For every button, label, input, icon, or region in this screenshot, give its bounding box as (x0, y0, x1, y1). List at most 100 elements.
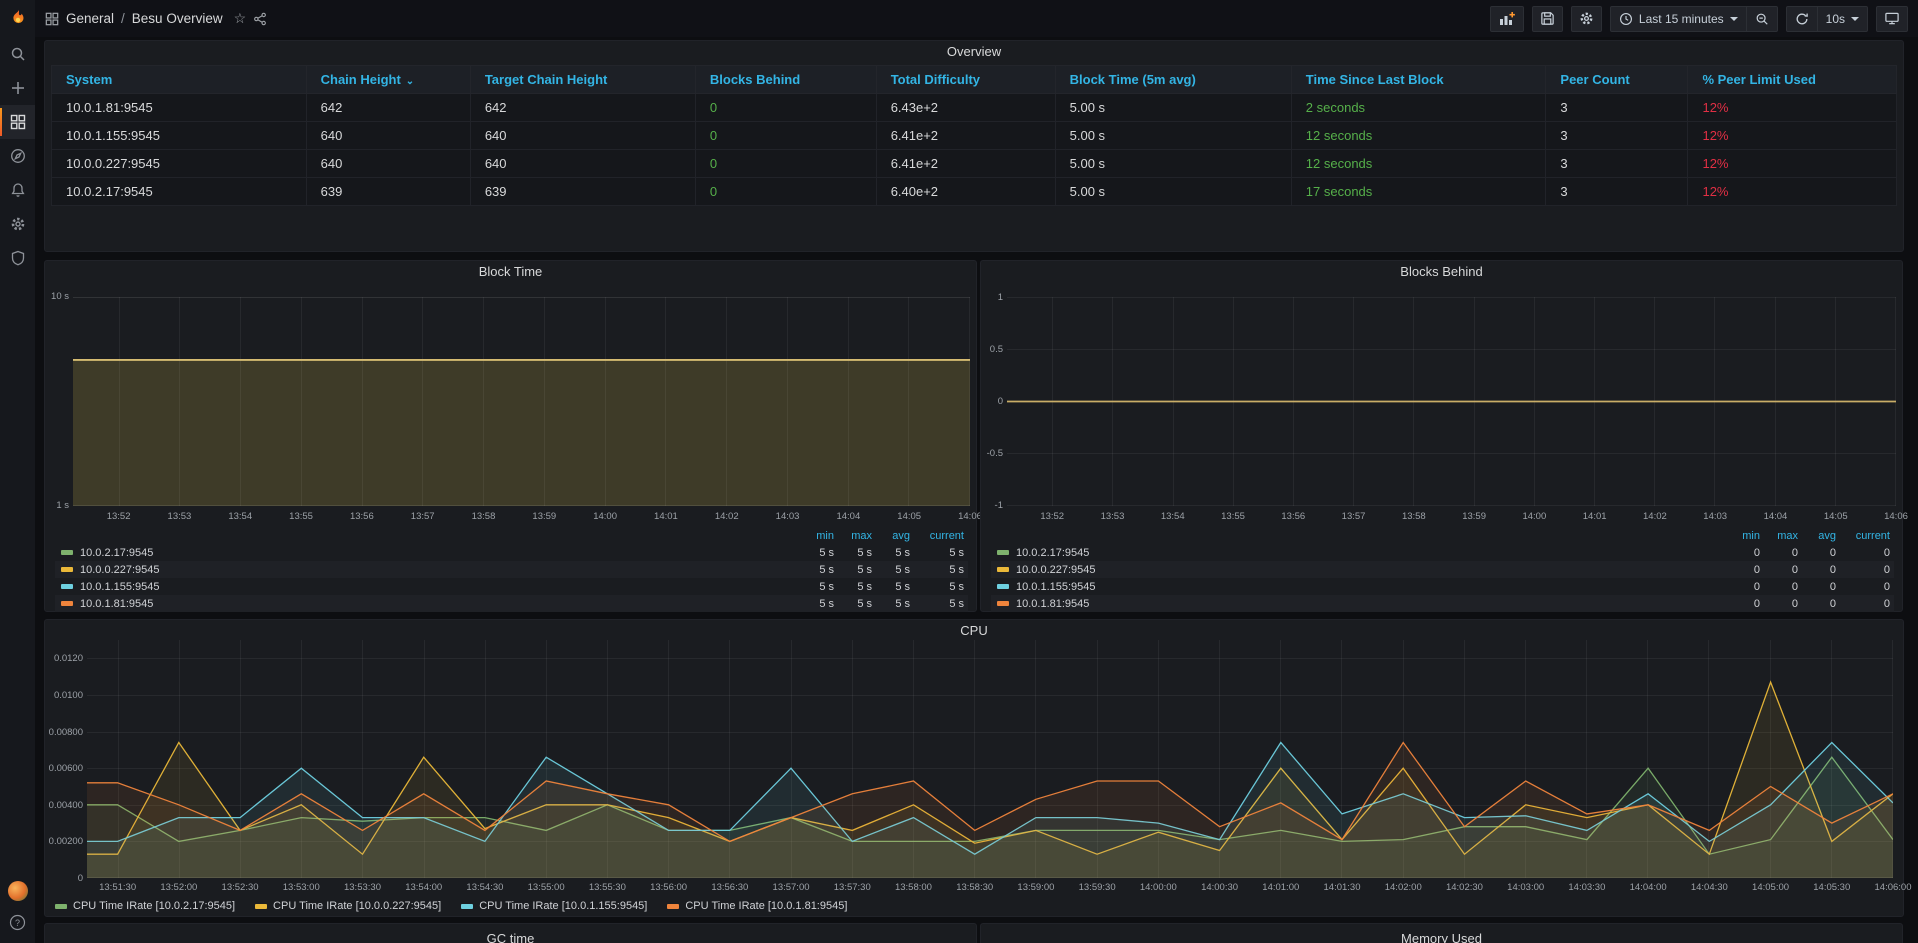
table-cell: 0 (695, 122, 876, 150)
x-tick-label: 13:59 (1462, 511, 1486, 522)
y-tick-label: 0 (981, 396, 1003, 407)
series-name[interactable]: 10.0.1.81:9545 (80, 598, 796, 610)
series-name[interactable]: 10.0.0.227:9545 (1016, 564, 1722, 576)
table-cell: 5.00 s (1055, 150, 1291, 178)
legend-value: 5 s (834, 547, 872, 559)
create-plus-icon[interactable] (0, 71, 35, 105)
legend-header: minmaxavgcurrent (55, 528, 968, 544)
x-tick-label: 13:51:30 (99, 882, 136, 893)
series-name[interactable]: 10.0.1.155:9545 (1016, 581, 1722, 593)
legend-value: 0 (1760, 564, 1798, 576)
x-tick-label: 14:02:30 (1446, 882, 1483, 893)
series-color-swatch (61, 601, 73, 606)
panel-gc-time: GC time (44, 923, 977, 943)
breadcrumb-separator: / (121, 11, 125, 26)
series-name[interactable]: CPU Time IRate [10.0.1.81:9545] (685, 900, 847, 912)
dashboard-settings-button[interactable] (1571, 6, 1602, 32)
zoom-out-button[interactable] (1746, 7, 1777, 31)
legend-row[interactable]: 10.0.1.155:95450000 (991, 578, 1894, 595)
column-header[interactable]: Chain Height⌄ (306, 66, 470, 94)
search-icon[interactable] (0, 37, 35, 71)
panel-title-memory-used[interactable]: Memory Used (981, 924, 1902, 943)
x-tick-label: 14:01:00 (1262, 882, 1299, 893)
breadcrumb-folder[interactable]: General (66, 11, 114, 26)
series-name[interactable]: 10.0.2.17:9545 (1016, 547, 1722, 559)
x-tick-label: 13:54 (1161, 511, 1185, 522)
sidebar: ? (0, 0, 35, 943)
cycle-view-mode-button[interactable] (1876, 6, 1908, 32)
admin-shield-icon[interactable] (0, 241, 35, 275)
series-name[interactable]: 10.0.0.227:9545 (80, 564, 796, 576)
legend-row[interactable]: 10.0.1.81:95455 s5 s5 s5 s (55, 595, 968, 612)
series-name[interactable]: 10.0.1.155:9545 (80, 581, 796, 593)
legend-item[interactable]: CPU Time IRate [10.0.2.17:9545] (55, 900, 235, 912)
navbar-actions: Last 15 minutes 10s (1490, 6, 1908, 32)
table-cell: 0 (695, 150, 876, 178)
favorite-star-icon[interactable]: ☆ (234, 10, 247, 27)
x-tick-label: 14:00:30 (1201, 882, 1238, 893)
x-tick-label: 13:59 (532, 511, 556, 522)
panel-title-blocks-behind[interactable]: Blocks Behind (981, 261, 1902, 283)
save-dashboard-button[interactable] (1532, 6, 1563, 32)
x-tick-label: 14:05 (1824, 511, 1848, 522)
legend-item[interactable]: CPU Time IRate [10.0.1.155:9545] (461, 900, 647, 912)
share-icon[interactable] (253, 12, 267, 26)
column-header[interactable]: Time Since Last Block (1291, 66, 1546, 94)
grafana-dashboard: ? General / Besu Overview ☆ (0, 0, 1918, 943)
alerting-bell-icon[interactable] (0, 173, 35, 207)
y-axis-label-max: 10 s (45, 291, 69, 302)
column-header[interactable]: Blocks Behind (695, 66, 876, 94)
grafana-logo-icon[interactable] (0, 0, 35, 37)
table-cell: 3 (1546, 94, 1688, 122)
legend-item[interactable]: CPU Time IRate [10.0.1.81:9545] (667, 900, 847, 912)
time-range-picker[interactable]: Last 15 minutes (1611, 7, 1746, 31)
series-name[interactable]: 10.0.1.81:9545 (1016, 598, 1722, 610)
column-header[interactable]: Total Difficulty (876, 66, 1055, 94)
series-name[interactable]: CPU Time IRate [10.0.1.155:9545] (479, 900, 647, 912)
cpu-legend: CPU Time IRate [10.0.2.17:9545] CPU Time … (55, 900, 847, 912)
table-row: 10.0.1.155:954564064006.41e+25.00 s12 se… (52, 122, 1897, 150)
series-name[interactable]: CPU Time IRate [10.0.2.17:9545] (73, 900, 235, 912)
user-avatar[interactable] (8, 881, 28, 901)
column-header[interactable]: Block Time (5m avg) (1055, 66, 1291, 94)
refresh-button[interactable] (1787, 7, 1817, 31)
column-header[interactable]: Target Chain Height (470, 66, 695, 94)
table-row: 10.0.0.227:954564064006.41e+25.00 s12 se… (52, 150, 1897, 178)
panel-title-block-time[interactable]: Block Time (45, 261, 976, 283)
blocks-behind-x-axis: 13:5213:5313:5413:5513:5613:5713:5813:59… (1007, 511, 1896, 523)
refresh-interval-picker[interactable]: 10s (1817, 7, 1867, 31)
table-cell: 640 (470, 122, 695, 150)
breadcrumb-dashboard-title[interactable]: Besu Overview (132, 11, 223, 26)
column-header[interactable]: Peer Count (1546, 66, 1688, 94)
legend-row[interactable]: 10.0.0.227:95450000 (991, 561, 1894, 578)
legend-value: 0 (1836, 547, 1894, 559)
panel-title-gc-time[interactable]: GC time (45, 924, 976, 943)
legend-row[interactable]: 10.0.1.155:95455 s5 s5 s5 s (55, 578, 968, 595)
add-panel-button[interactable] (1490, 6, 1524, 32)
x-tick-label: 13:55:30 (589, 882, 626, 893)
panel-title-cpu[interactable]: CPU (45, 620, 1903, 642)
legend-row[interactable]: 10.0.1.81:95450000 (991, 595, 1894, 612)
legend-column-min: min (1722, 530, 1760, 542)
legend-row[interactable]: 10.0.2.17:95455 s5 s5 s5 s (55, 544, 968, 561)
configuration-gear-icon[interactable] (0, 207, 35, 241)
legend-row[interactable]: 10.0.2.17:95450000 (991, 544, 1894, 561)
overview-table-header-row: SystemChain Height⌄Target Chain HeightBl… (52, 66, 1897, 94)
column-header[interactable]: System (52, 66, 307, 94)
column-header[interactable]: % Peer Limit Used (1688, 66, 1897, 94)
legend-column-min: min (796, 530, 834, 542)
legend-item[interactable]: CPU Time IRate [10.0.0.227:9545] (255, 900, 441, 912)
y-tick-label: 0.00200 (45, 836, 83, 847)
table-cell: 0 (695, 178, 876, 206)
dashboards-icon[interactable] (0, 105, 35, 139)
overview-table: SystemChain Height⌄Target Chain HeightBl… (51, 65, 1897, 206)
help-icon[interactable]: ? (0, 907, 35, 937)
table-cell: 0 (695, 94, 876, 122)
series-color-swatch (61, 550, 73, 555)
explore-compass-icon[interactable] (0, 139, 35, 173)
series-name[interactable]: CPU Time IRate [10.0.0.227:9545] (273, 900, 441, 912)
series-name[interactable]: 10.0.2.17:9545 (80, 547, 796, 559)
panel-title-overview[interactable]: Overview (45, 41, 1903, 63)
series-color-swatch (461, 904, 473, 909)
legend-row[interactable]: 10.0.0.227:95455 s5 s5 s5 s (55, 561, 968, 578)
